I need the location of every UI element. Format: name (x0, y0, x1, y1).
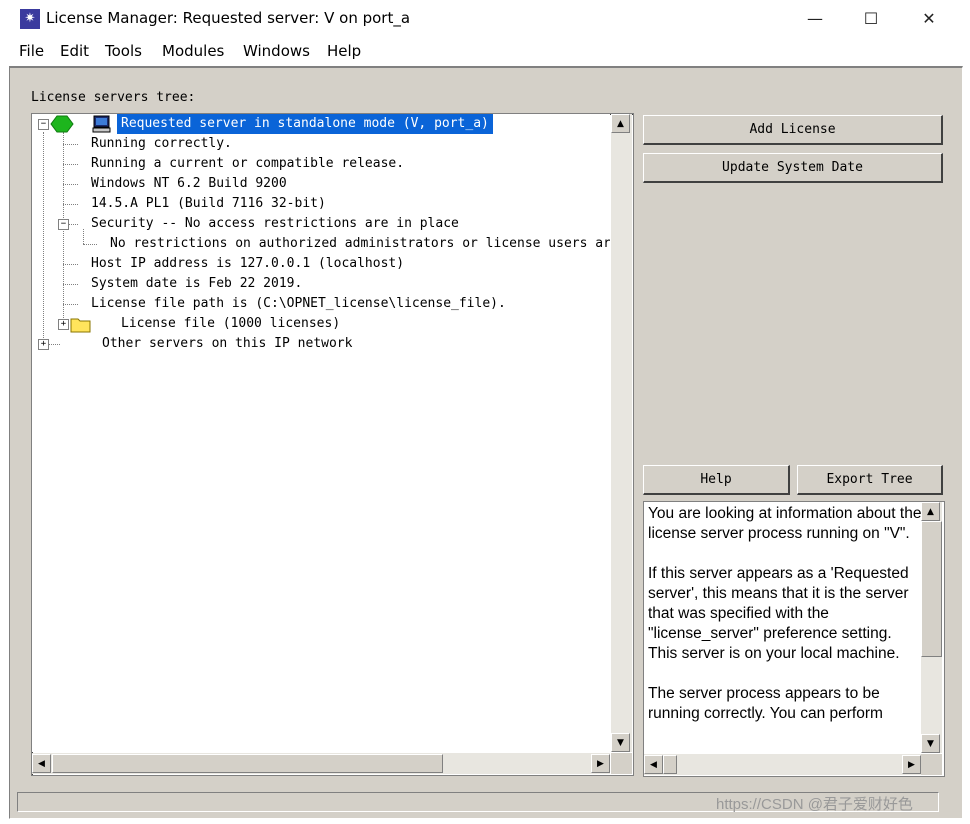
computer-icon (92, 115, 111, 133)
tree-label: License servers tree: (31, 90, 196, 105)
window-title: License Manager: Requested server: V on … (46, 9, 411, 27)
scroll-right-icon[interactable]: ▶ (591, 754, 610, 773)
menu-edit[interactable]: Edit (60, 42, 89, 60)
folder-icon (70, 318, 91, 333)
tree-line (63, 184, 78, 185)
scroll-thumb[interactable] (52, 754, 443, 773)
tree-line (48, 344, 60, 345)
maximize-button[interactable]: ☐ (842, 0, 900, 38)
server-status-icon (50, 115, 74, 133)
tree-row[interactable]: License file path is (C:\OPNET_license\l… (91, 294, 506, 314)
main-panel: License servers tree: − − + + Requested … (9, 66, 963, 819)
watermark-text: https://CSDN @君子爱财好色 (716, 796, 913, 813)
tree-row-other-servers[interactable]: Other servers on this IP network (102, 334, 352, 354)
tree-horizontal-scrollbar[interactable]: ◀ ▶ (32, 753, 610, 774)
tree-row-requested-server[interactable]: Requested server in standalone mode (V, … (117, 114, 493, 134)
scroll-corner (921, 754, 942, 775)
help-button[interactable]: Help (643, 465, 790, 495)
tree-line (63, 144, 78, 145)
scroll-left-icon[interactable]: ◀ (32, 754, 51, 773)
tree-line (63, 164, 78, 165)
menu-file[interactable]: File (19, 42, 44, 60)
menu-tools[interactable]: Tools (105, 42, 142, 60)
info-horizontal-scrollbar[interactable]: ◀ ▶ (644, 754, 921, 775)
scroll-up-icon[interactable]: ▲ (611, 114, 630, 133)
collapse-icon[interactable]: − (38, 119, 49, 130)
menu-modules[interactable]: Modules (162, 42, 224, 60)
info-vertical-scrollbar[interactable]: ▲ ▼ (921, 502, 942, 753)
info-text: You are looking at information about the… (648, 505, 922, 722)
scroll-down-icon[interactable]: ▼ (611, 733, 630, 752)
tree-line (83, 244, 97, 245)
tree-line (43, 132, 44, 342)
scroll-left-icon[interactable]: ◀ (644, 755, 663, 774)
collapse-icon[interactable]: − (58, 219, 69, 230)
scroll-down-icon[interactable]: ▼ (921, 734, 940, 753)
menu-bar: File Edit Tools Modules Windows Help (0, 38, 970, 64)
scroll-corner (611, 753, 632, 774)
tree-line (63, 264, 78, 265)
tree-row[interactable]: Running a current or compatible release. (91, 154, 404, 174)
tree-row[interactable]: Windows NT 6.2 Build 9200 (91, 174, 287, 194)
tree-line (83, 229, 84, 244)
scroll-thumb[interactable] (663, 755, 677, 774)
export-tree-button[interactable]: Export Tree (797, 465, 943, 495)
info-text-area[interactable]: You are looking at information about the… (643, 501, 945, 777)
scroll-up-icon[interactable]: ▲ (921, 502, 940, 521)
tree-vertical-scrollbar[interactable]: ▲ ▼ (611, 114, 632, 752)
scroll-thumb[interactable] (921, 521, 942, 657)
tree-line (63, 204, 78, 205)
tree-row[interactable]: 14.5.A PL1 (Build 7116 32-bit) (91, 194, 326, 214)
app-icon[interactable]: ✷ (20, 9, 40, 29)
close-button[interactable]: ✕ (900, 0, 958, 38)
tree-line (63, 284, 78, 285)
update-system-date-button[interactable]: Update System Date (643, 153, 943, 183)
menu-windows[interactable]: Windows (243, 42, 310, 60)
expand-icon[interactable]: + (38, 339, 49, 350)
tree-row[interactable]: Running correctly. (91, 134, 232, 154)
tree-content: − − + + Requested server in standalone m… (32, 114, 610, 752)
add-license-button[interactable]: Add License (643, 115, 943, 145)
menu-help[interactable]: Help (327, 42, 361, 60)
license-servers-tree[interactable]: − − + + Requested server in standalone m… (31, 113, 634, 776)
tree-row[interactable]: System date is Feb 22 2019. (91, 274, 302, 294)
tree-row-security[interactable]: Security -- No access restrictions are i… (91, 214, 459, 234)
tree-row[interactable]: Host IP address is 127.0.0.1 (localhost) (91, 254, 404, 274)
tree-line (63, 304, 78, 305)
title-bar: ✷ License Manager: Requested server: V o… (0, 0, 970, 38)
expand-icon[interactable]: + (58, 319, 69, 330)
tree-row[interactable]: No restrictions on authorized administra… (110, 234, 610, 254)
minimize-button[interactable]: — (786, 0, 844, 38)
tree-row-license-file[interactable]: License file (1000 licenses) (121, 314, 340, 334)
scroll-right-icon[interactable]: ▶ (902, 755, 921, 774)
tree-line (68, 224, 78, 225)
